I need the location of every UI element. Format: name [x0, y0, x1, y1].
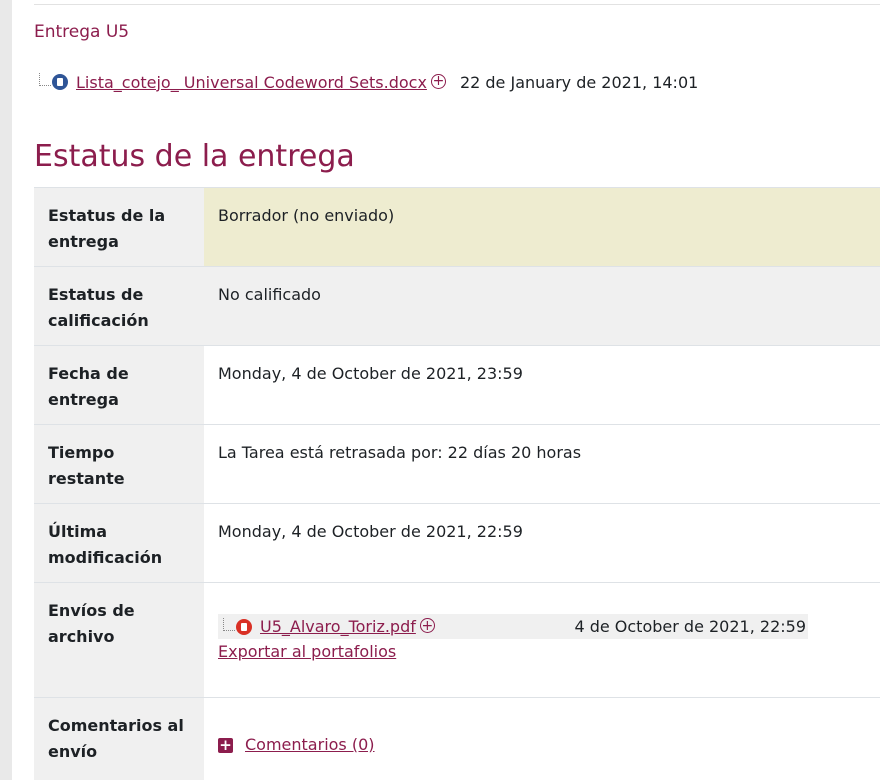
comments-cell: + Comentarios (0): [204, 697, 880, 780]
file-submissions-cell: U5_Alvaro_Toriz.pdf + 4 de October de 20…: [204, 582, 880, 698]
submission-status-value: Borrador (no enviado): [204, 187, 880, 267]
table-row: Última modificación Monday, 4 de October…: [34, 503, 880, 583]
submission-status-heading: Estatus de la entrega: [34, 138, 355, 174]
attachment-link[interactable]: Lista_cotejo_ Universal Codeword Sets.do…: [76, 73, 427, 92]
table-row: Comentarios al envío + Comentarios (0): [34, 697, 880, 780]
attachment-date: 22 de January de 2021, 14:01: [459, 72, 699, 92]
table-row: Estatus de calificación No calificado: [34, 266, 880, 346]
table-row: Envíos de archivo U5_Alvaro_Toriz.pdf + …: [34, 582, 880, 698]
tree-connector: [218, 617, 236, 637]
row-label: Fecha de entrega: [34, 345, 204, 425]
divider: [34, 4, 880, 5]
row-label: Última modificación: [34, 503, 204, 583]
pdf-icon: [236, 618, 252, 635]
submission-status-table: Estatus de la entrega Borrador (no envia…: [34, 187, 880, 780]
add-circle-icon[interactable]: +: [430, 73, 446, 89]
table-row: Fecha de entrega Monday, 4 de October de…: [34, 345, 880, 425]
submitted-file-link[interactable]: U5_Alvaro_Toriz.pdf: [260, 614, 416, 640]
tree-connector: [34, 72, 52, 92]
time-remaining-value: La Tarea está retrasada por: 22 días 20 …: [204, 424, 880, 504]
due-date-value: Monday, 4 de October de 2021, 23:59: [204, 345, 880, 425]
last-modified-value: Monday, 4 de October de 2021, 22:59: [204, 503, 880, 583]
comments-link[interactable]: Comentarios (0): [245, 732, 375, 758]
intro-attachment: Lista_cotejo_ Universal Codeword Sets.do…: [34, 72, 698, 92]
table-row: Estatus de la entrega Borrador (no envia…: [34, 187, 880, 267]
left-rail: [0, 0, 12, 780]
table-row: Tiempo restante La Tarea está retrasada …: [34, 424, 880, 504]
row-label: Tiempo restante: [34, 424, 204, 504]
row-label: Envíos de archivo: [34, 582, 204, 698]
comments-toggle[interactable]: + Comentarios (0): [218, 732, 866, 758]
submitted-file-date: 4 de October de 2021, 22:59: [574, 616, 806, 636]
expand-plus-icon[interactable]: +: [218, 737, 233, 753]
docx-icon: [52, 74, 68, 90]
add-circle-icon[interactable]: +: [419, 618, 435, 633]
row-label: Comentarios al envío: [34, 697, 204, 780]
main-content: Entrega U5 Lista_cotejo_ Universal Codew…: [12, 0, 880, 780]
submitted-file: U5_Alvaro_Toriz.pdf + 4 de October de 20…: [218, 614, 808, 639]
assignment-intro-title: Entrega U5: [34, 22, 130, 42]
grading-status-value: No calificado: [204, 266, 880, 346]
export-portfolio-link[interactable]: Exportar al portafolios: [218, 639, 396, 665]
row-label: Estatus de la entrega: [34, 187, 204, 267]
row-label: Estatus de calificación: [34, 266, 204, 346]
